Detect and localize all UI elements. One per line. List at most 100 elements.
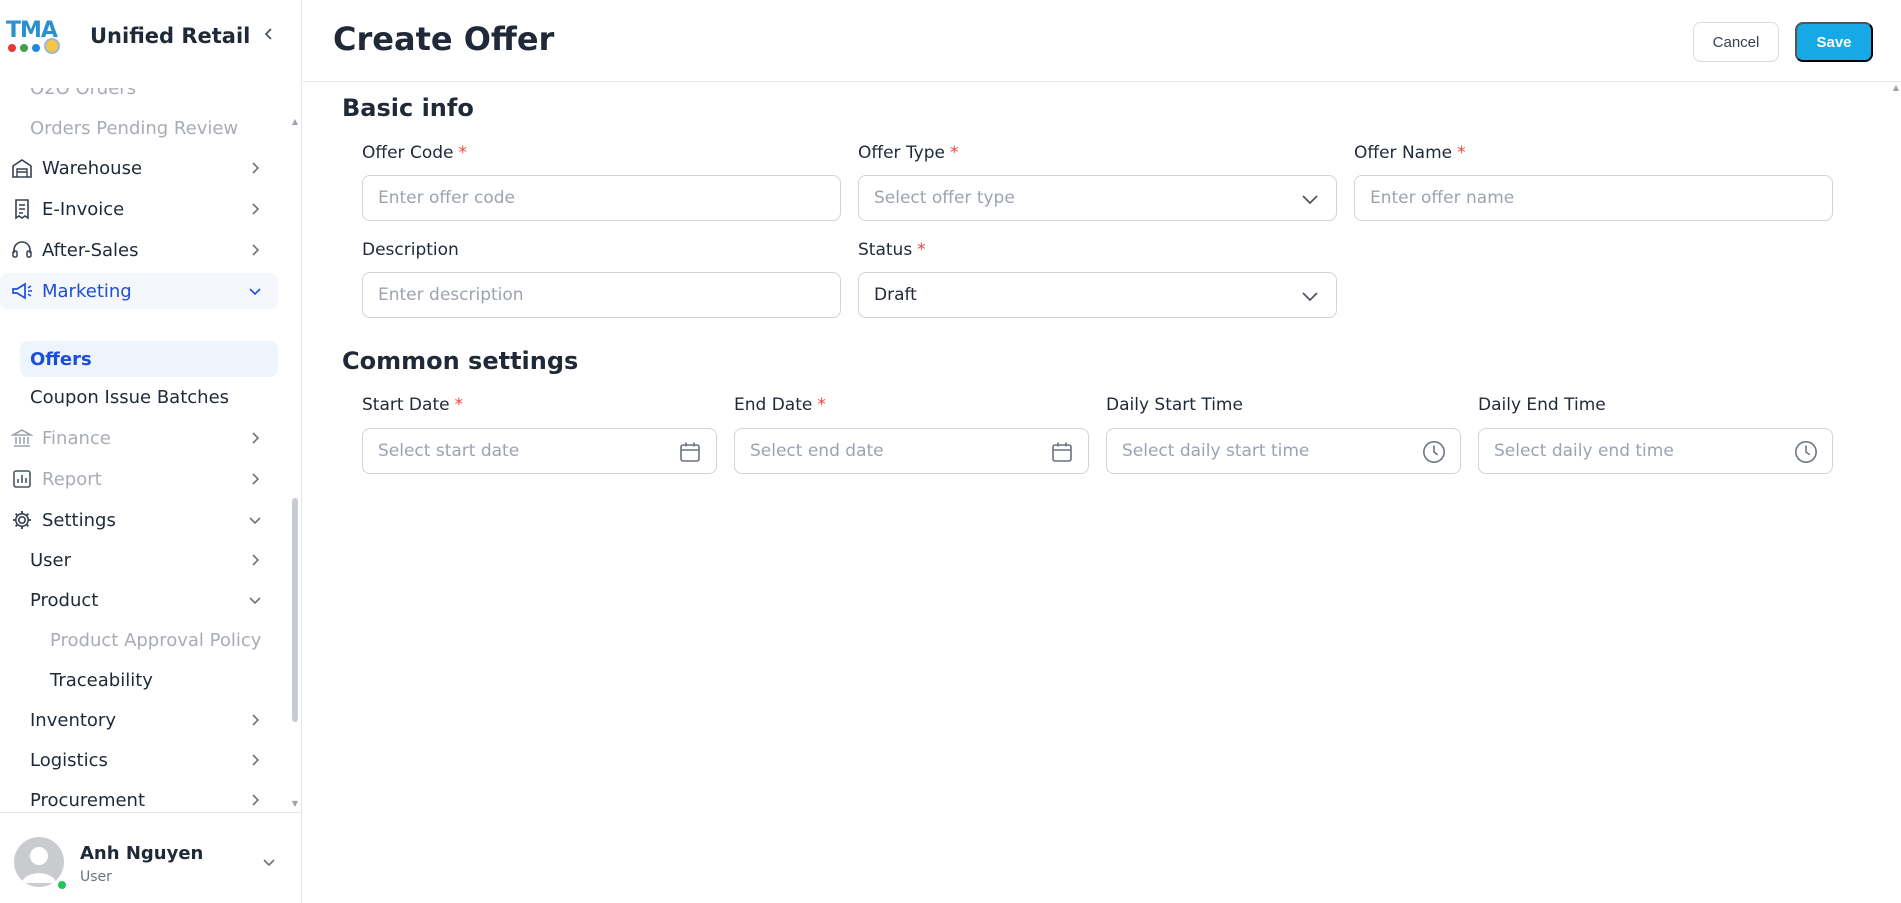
save-button[interactable]: Save <box>1795 22 1873 62</box>
sidebar-item-traceability[interactable]: Traceability <box>0 662 278 698</box>
chevron-right-icon <box>252 244 260 256</box>
sidebar-item-label: Coupon Issue Batches <box>30 386 230 408</box>
chevron-right-icon <box>252 432 260 444</box>
logo-dot <box>44 38 60 54</box>
chart-icon <box>10 467 34 491</box>
sidebar-item-label: Finance <box>42 427 111 449</box>
start-date-label: Start Date * <box>362 395 463 415</box>
status-label: Status * <box>858 240 926 260</box>
calendar-icon[interactable] <box>678 440 702 464</box>
app-root: TMA Unified Retail O2O Orders Orders Pen… <box>0 0 1901 903</box>
required-marker: * <box>1457 143 1466 163</box>
sidebar-item-coupon-issue-batches[interactable]: Coupon Issue Batches <box>0 379 278 415</box>
sidebar-item-finance[interactable]: Finance <box>0 420 278 456</box>
sidebar-item-label: User <box>30 549 72 571</box>
sidebar-item-product[interactable]: Product <box>0 582 278 618</box>
chevron-right-icon <box>252 554 260 566</box>
gear-icon <box>10 508 34 532</box>
sidebar-item-marketing[interactable]: Marketing <box>0 273 278 309</box>
sidebar-item-label: Orders Pending Review <box>30 117 239 139</box>
sidebar-item-settings[interactable]: Settings <box>0 502 278 538</box>
chevron-down-icon <box>1298 187 1322 211</box>
user-name: Anh Nguyen <box>80 843 204 864</box>
section-title-common-settings: Common settings <box>342 347 579 375</box>
invoice-icon <box>10 197 34 221</box>
sidebar-nav: O2O Orders Orders Pending Review Warehou… <box>0 88 302 810</box>
daily-start-time-picker[interactable]: Select daily start time <box>1106 428 1461 474</box>
chevron-left-icon <box>264 28 272 40</box>
daily-end-time-placeholder: Select daily end time <box>1494 441 1674 461</box>
logo-dot <box>20 44 28 52</box>
headset-icon <box>10 238 34 262</box>
main-scrollbar[interactable]: ▲ <box>1892 82 1901 903</box>
scroll-up-icon[interactable]: ▲ <box>291 118 299 126</box>
chevron-down-icon <box>249 288 261 296</box>
offer-name-placeholder: Enter offer name <box>1370 188 1515 208</box>
description-label: Description <box>362 240 459 260</box>
offer-code-input[interactable]: Enter offer code <box>362 175 841 221</box>
chevron-down-icon[interactable] <box>262 855 276 869</box>
offer-name-input[interactable]: Enter offer name <box>1354 175 1833 221</box>
chevron-right-icon <box>252 714 260 726</box>
sidebar-item-label: Offers <box>30 348 92 370</box>
required-marker: * <box>458 143 467 163</box>
sidebar-item-inventory[interactable]: Inventory <box>0 702 278 738</box>
sidebar-item-o2o-orders[interactable]: O2O Orders <box>0 88 278 106</box>
description-label-text: Description <box>362 240 459 260</box>
sidebar-item-logistics[interactable]: Logistics <box>0 742 278 778</box>
offer-type-label-text: Offer Type <box>858 143 945 163</box>
avatar <box>14 837 64 887</box>
sidebar-item-label: After-Sales <box>42 239 139 261</box>
description-input[interactable]: Enter description <box>362 272 841 318</box>
chevron-right-icon <box>252 203 260 215</box>
megaphone-icon <box>10 279 34 303</box>
clock-icon[interactable] <box>1794 440 1818 464</box>
daily-start-time-placeholder: Select daily start time <box>1122 441 1310 461</box>
brand-logo: TMA <box>6 18 76 58</box>
user-profile[interactable]: Anh Nguyen User <box>0 812 302 903</box>
sidebar-item-label: Logistics <box>30 749 108 771</box>
daily-start-time-label: Daily Start Time <box>1106 395 1243 415</box>
brand-header: TMA Unified Retail <box>0 0 302 76</box>
clock-icon[interactable] <box>1422 440 1446 464</box>
scroll-up-icon[interactable]: ▲ <box>1892 84 1900 92</box>
sidebar-item-after-sales[interactable]: After-Sales <box>0 232 278 268</box>
sidebar: TMA Unified Retail O2O Orders Orders Pen… <box>0 0 302 903</box>
status-label-text: Status <box>858 240 913 260</box>
sidebar-item-user[interactable]: User <box>0 542 278 578</box>
sidebar-item-orders-pending-review[interactable]: Orders Pending Review <box>0 110 278 146</box>
offer-type-select[interactable]: Select offer type <box>858 175 1337 221</box>
description-placeholder: Enter description <box>378 285 524 305</box>
chevron-right-icon <box>252 162 260 174</box>
sidebar-item-report[interactable]: Report <box>0 461 278 497</box>
cancel-button[interactable]: Cancel <box>1693 22 1779 62</box>
page-title: Create Offer <box>333 20 555 58</box>
status-select[interactable]: Draft <box>858 272 1337 318</box>
sidebar-item-label: Product Approval Policy <box>50 629 262 651</box>
start-date-picker[interactable]: Select start date <box>362 428 717 474</box>
sidebar-item-procurement[interactable]: Procurement <box>0 782 278 810</box>
sidebar-item-label: E-Invoice <box>42 198 125 220</box>
sidebar-item-product-approval-policy[interactable]: Product Approval Policy <box>0 622 278 658</box>
required-marker: * <box>817 395 826 415</box>
page-header: Create Offer Cancel Save <box>303 0 1901 82</box>
sidebar-item-warehouse[interactable]: Warehouse <box>0 150 278 186</box>
daily-end-time-picker[interactable]: Select daily end time <box>1478 428 1833 474</box>
collapse-sidebar-button[interactable] <box>258 22 280 48</box>
calendar-icon[interactable] <box>1050 440 1074 464</box>
sidebar-scrollbar[interactable]: ▲ ▼ <box>292 118 298 808</box>
end-date-label-text: End Date <box>734 395 813 415</box>
sidebar-item-label: Procurement <box>30 789 146 811</box>
sidebar-item-label: Marketing <box>42 280 132 302</box>
start-date-label-text: Start Date <box>362 395 450 415</box>
logo-dot <box>32 44 40 52</box>
brand-name: Unified Retail <box>90 24 251 48</box>
scroll-down-icon[interactable]: ▼ <box>291 800 299 808</box>
end-date-picker[interactable]: Select end date <box>734 428 1089 474</box>
sidebar-item-label: Settings <box>42 509 116 531</box>
sidebar-item-offers[interactable]: Offers <box>20 341 278 377</box>
chevron-right-icon <box>252 794 260 806</box>
sidebar-scroll-thumb[interactable] <box>292 498 298 722</box>
sidebar-item-e-invoice[interactable]: E-Invoice <box>0 191 278 227</box>
offer-type-label: Offer Type * <box>858 143 959 163</box>
